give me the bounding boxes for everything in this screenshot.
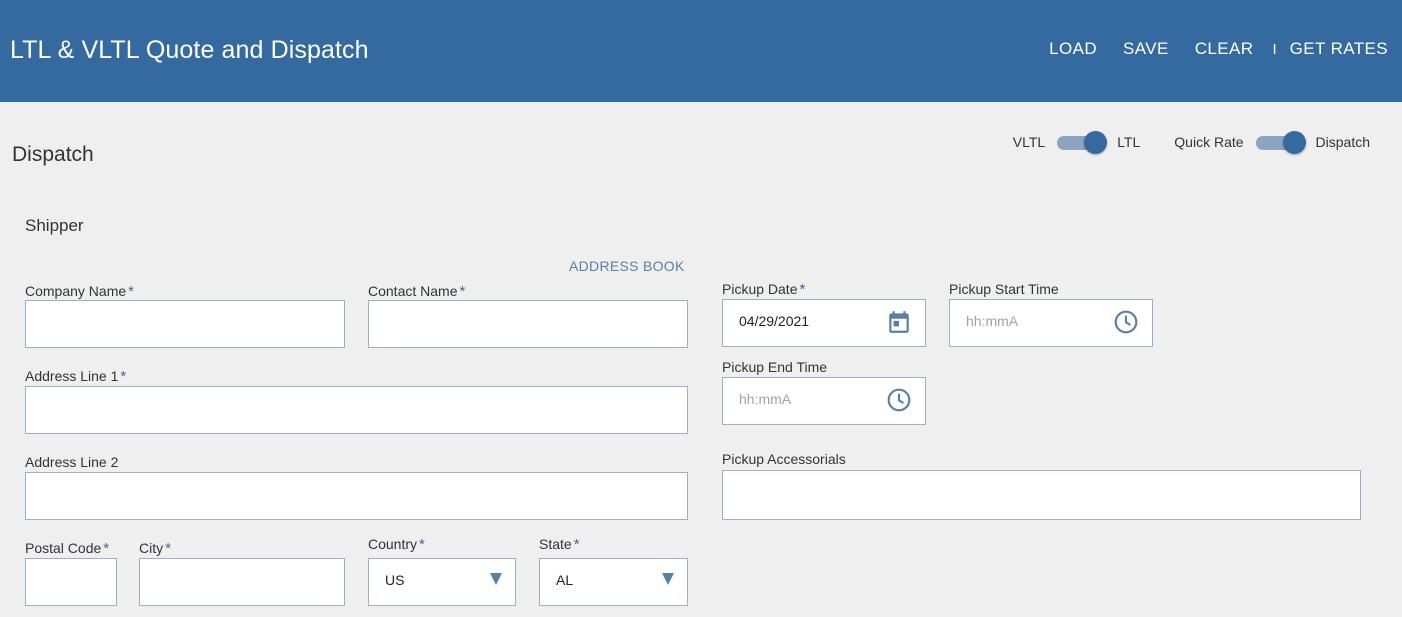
company-name-label: Company Name * bbox=[25, 283, 134, 300]
app-header: LTL & VLTL Quote and Dispatch LOAD SAVE … bbox=[0, 0, 1402, 102]
toggle-knob bbox=[1084, 131, 1108, 154]
city-label: City * bbox=[139, 540, 171, 557]
toggle-knob bbox=[1282, 131, 1306, 154]
save-button[interactable]: SAVE bbox=[1123, 39, 1169, 59]
header-separator: I bbox=[1272, 40, 1277, 58]
state-select[interactable]: AL bbox=[539, 558, 688, 606]
required-star: * bbox=[165, 540, 171, 557]
pickup-end-time-label: Pickup End Time bbox=[722, 359, 828, 375]
company-name-input[interactable] bbox=[25, 300, 345, 348]
pickup-date-label: Pickup Date * bbox=[722, 281, 806, 298]
required-star: * bbox=[459, 283, 466, 300]
contact-name-input[interactable] bbox=[368, 300, 688, 348]
required-star: * bbox=[103, 540, 110, 557]
address-line-2-input[interactable] bbox=[25, 472, 688, 520]
address-line-1-input[interactable] bbox=[25, 386, 688, 434]
address-line-1-label: Address Line 1 * bbox=[25, 368, 127, 385]
load-button[interactable]: LOAD bbox=[1049, 39, 1097, 59]
pickup-start-time-input[interactable]: hh:mmA bbox=[949, 299, 1153, 347]
clock-icon[interactable] bbox=[886, 387, 912, 413]
pickup-date-input[interactable]: 04/29/2021 bbox=[722, 299, 926, 347]
dispatch-label: Dispatch bbox=[1315, 134, 1370, 150]
pickup-start-time-label: Pickup Start Time bbox=[949, 281, 1059, 297]
ltl-label: LTL bbox=[1117, 134, 1141, 150]
country-select[interactable]: US bbox=[368, 558, 516, 606]
clock-icon[interactable] bbox=[1113, 309, 1139, 335]
chevron-down-icon bbox=[490, 573, 502, 585]
page-title: Dispatch bbox=[12, 143, 94, 166]
mode-toggles: VLTL LTL Quick Rate Dispatch bbox=[1012, 131, 1370, 154]
required-star: * bbox=[419, 536, 425, 553]
quick-rate-label: Quick Rate bbox=[1174, 134, 1244, 150]
required-star: * bbox=[128, 283, 134, 300]
state-label: State * bbox=[539, 536, 580, 553]
contact-name-label: Contact Name * bbox=[368, 283, 466, 300]
required-star: * bbox=[120, 368, 127, 385]
required-star: * bbox=[799, 281, 806, 298]
vltl-label: VLTL bbox=[1012, 134, 1046, 150]
required-star: * bbox=[573, 536, 580, 553]
city-input[interactable] bbox=[139, 558, 345, 606]
pickup-accessorials-input[interactable] bbox=[722, 470, 1361, 520]
calendar-icon[interactable] bbox=[886, 309, 912, 335]
postal-code-input[interactable] bbox=[25, 558, 117, 606]
shipper-heading: Shipper bbox=[25, 216, 84, 235]
postal-code-label: Postal Code * bbox=[25, 540, 110, 557]
quickrate-dispatch-toggle[interactable] bbox=[1254, 131, 1306, 154]
vltl-ltl-toggle[interactable] bbox=[1055, 131, 1108, 154]
pickup-end-time-input[interactable]: hh:mmA bbox=[722, 377, 926, 425]
chevron-down-icon bbox=[662, 573, 674, 585]
get-rates-button[interactable]: GET RATES bbox=[1290, 39, 1388, 59]
app-title: LTL & VLTL Quote and Dispatch bbox=[10, 36, 369, 64]
header-actions: LOAD SAVE CLEAR I GET RATES bbox=[1049, 39, 1388, 59]
clear-button[interactable]: CLEAR bbox=[1195, 39, 1254, 59]
country-label: Country * bbox=[368, 536, 425, 553]
pickup-accessorials-label: Pickup Accessorials bbox=[722, 451, 846, 467]
address-line-2-label: Address Line 2 bbox=[25, 454, 119, 470]
address-book-link[interactable]: ADDRESS BOOK bbox=[569, 258, 685, 274]
